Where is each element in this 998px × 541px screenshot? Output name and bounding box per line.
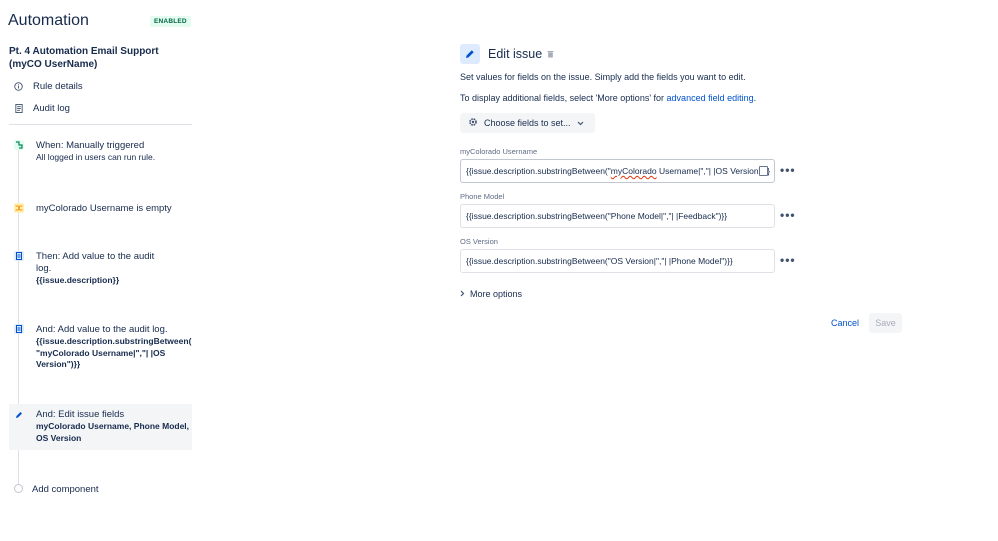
field-value-part: Username|","| |OS Version")}} xyxy=(656,166,771,176)
phone-model-input[interactable]: {{issue.description.substringBetween("Ph… xyxy=(460,204,775,228)
field-value-part: {{issue.description.substringBetween(" xyxy=(466,166,611,176)
field-more-actions-icon[interactable]: ••• xyxy=(780,208,796,222)
nav-label: Rule details xyxy=(33,81,83,92)
component-subtitle: myColorado Username, Phone Model, OS Ver… xyxy=(36,421,190,443)
copy-icon[interactable] xyxy=(759,166,768,176)
description-text: To display additional fields, select 'Mo… xyxy=(460,93,667,103)
rule-name: Pt. 4 Automation Email Support (myCO Use… xyxy=(9,46,159,70)
cancel-button[interactable]: Cancel xyxy=(827,313,863,333)
chevron-right-icon xyxy=(460,289,465,299)
trash-icon[interactable] xyxy=(547,50,554,60)
mycolorado-username-input[interactable]: {{issue.description.substringBetween("my… xyxy=(460,159,775,183)
component-subtitle: {{issue.description.substringBetween( "m… xyxy=(36,336,192,369)
trigger-icon xyxy=(14,140,24,150)
panel-description-more: To display additional fields, select 'Mo… xyxy=(460,93,756,103)
audit-log-icon xyxy=(14,324,24,334)
sidebar-divider xyxy=(9,124,192,125)
component-subtitle: {{issue.description}} xyxy=(36,275,120,285)
app-title: Automation xyxy=(8,12,89,29)
component-title: Then: Add value to the audit log. xyxy=(36,251,155,274)
field-more-actions-icon[interactable]: ••• xyxy=(780,253,796,267)
nav-label: Audit log xyxy=(33,103,70,114)
component-trigger[interactable]: When: Manually triggered All logged in u… xyxy=(9,137,192,167)
panel-description: Set values for fields on the issue. Simp… xyxy=(460,72,746,82)
choose-fields-button[interactable]: Choose fields to set... xyxy=(460,113,595,133)
field-label-mycolorado-username: myColorado Username xyxy=(460,147,538,156)
more-options-label: More options xyxy=(470,289,523,299)
chevron-down-icon xyxy=(577,118,584,128)
add-component-button[interactable]: Add component xyxy=(32,484,99,495)
panel-title: Edit issue xyxy=(488,47,543,61)
document-icon xyxy=(14,104,23,113)
save-button[interactable]: Save xyxy=(869,313,902,333)
choose-fields-label: Choose fields to set... xyxy=(484,118,571,128)
more-options-toggle[interactable]: More options xyxy=(460,289,522,299)
misspelled-word: myColorado xyxy=(610,166,657,176)
os-version-input[interactable]: {{issue.description.substringBetween("OS… xyxy=(460,249,775,273)
pencil-icon xyxy=(460,44,480,64)
component-title: When: Manually triggered xyxy=(36,140,145,151)
condition-icon xyxy=(14,203,24,213)
info-icon xyxy=(14,82,23,91)
component-audit-log-1[interactable]: Then: Add value to the audit log. {{issu… xyxy=(9,248,192,290)
component-title: And: Add value to the audit log. xyxy=(36,324,168,335)
nav-rule-details[interactable]: Rule details xyxy=(14,81,83,92)
component-title: And: Edit issue fields xyxy=(36,409,125,420)
component-subtitle: All logged in users can run rule. xyxy=(36,152,156,162)
field-more-actions-icon[interactable]: ••• xyxy=(780,163,796,177)
pencil-icon xyxy=(14,410,24,420)
description-suffix: . xyxy=(753,93,757,103)
component-title: myColorado Username is empty xyxy=(36,203,172,214)
gear-icon xyxy=(468,117,478,129)
status-badge: ENABLED xyxy=(150,16,191,27)
nav-audit-log[interactable]: Audit log xyxy=(14,103,70,114)
component-condition[interactable]: myColorado Username is empty xyxy=(9,200,192,218)
advanced-field-editing-link[interactable]: advanced field editing xyxy=(667,93,754,103)
field-label-phone-model: Phone Model xyxy=(460,192,505,201)
add-component-dot xyxy=(14,484,23,493)
audit-log-icon xyxy=(14,251,24,261)
component-edit-issue[interactable]: And: Edit issue fields myColorado Userna… xyxy=(9,404,192,450)
field-label-os-version: OS Version xyxy=(460,237,498,246)
component-audit-log-2[interactable]: And: Add value to the audit log. {{issue… xyxy=(9,321,192,374)
